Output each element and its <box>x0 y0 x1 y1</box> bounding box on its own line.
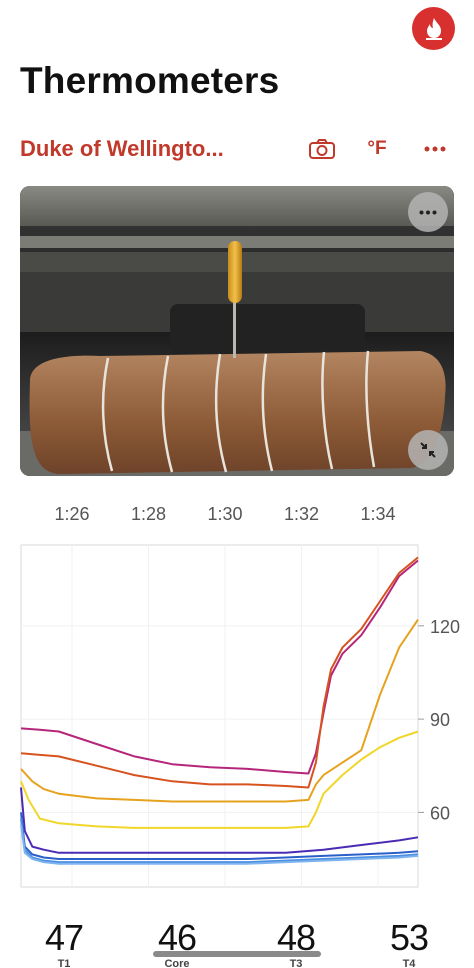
time-tick-label: 1:32 <box>283 504 320 524</box>
fire-icon <box>425 17 442 40</box>
more-horizontal-icon <box>424 146 446 152</box>
photo-menu-button[interactable] <box>408 192 448 232</box>
reading-core[interactable]: 46 Core <box>158 918 197 968</box>
photo-image <box>20 186 454 476</box>
app-logo-button[interactable] <box>412 7 455 50</box>
reading-label: T4 <box>402 958 416 968</box>
time-tick-label: 1:28 <box>130 504 167 524</box>
reading-value: 47 <box>44 917 84 958</box>
reading-label: Core <box>164 958 190 968</box>
y-tick-label: 90 <box>430 710 450 730</box>
temperature-chart[interactable]: 60 90 120 <box>20 544 474 888</box>
time-tick-label: 1:30 <box>207 504 243 524</box>
camera-icon <box>309 139 335 159</box>
reading-label: T1 <box>57 958 71 968</box>
time-tick-label: 1:26 <box>54 504 90 524</box>
photo-collapse-button[interactable] <box>408 430 448 470</box>
reading-t1[interactable]: 47 T1 <box>44 917 84 968</box>
collapse-arrows-icon <box>420 442 436 458</box>
reading-value: 53 <box>389 917 429 958</box>
y-tick-label: 60 <box>430 803 450 823</box>
time-axis: 1:26 1:28 1:30 1:32 1:34 <box>0 504 474 528</box>
chart-frame <box>20 544 419 888</box>
more-options-button[interactable] <box>418 134 452 164</box>
home-indicator[interactable] <box>153 951 321 957</box>
more-horizontal-icon <box>419 210 437 214</box>
y-tick-label: 120 <box>430 617 460 637</box>
cook-name-link[interactable]: Duke of Wellingto... <box>20 136 224 162</box>
camera-button[interactable] <box>305 134 339 164</box>
reading-t4[interactable]: 53 T4 <box>389 917 429 968</box>
cook-photo[interactable] <box>20 186 454 476</box>
temperature-unit-button[interactable]: °F <box>358 134 396 164</box>
reading-label: T3 <box>289 958 303 968</box>
page-title: Thermometers <box>20 60 280 101</box>
reading-t3[interactable]: 48 T3 <box>277 918 316 968</box>
probe-readings: 47 T1 46 Core 48 T3 53 T4 <box>0 918 474 968</box>
time-tick-label: 1:34 <box>360 504 396 524</box>
